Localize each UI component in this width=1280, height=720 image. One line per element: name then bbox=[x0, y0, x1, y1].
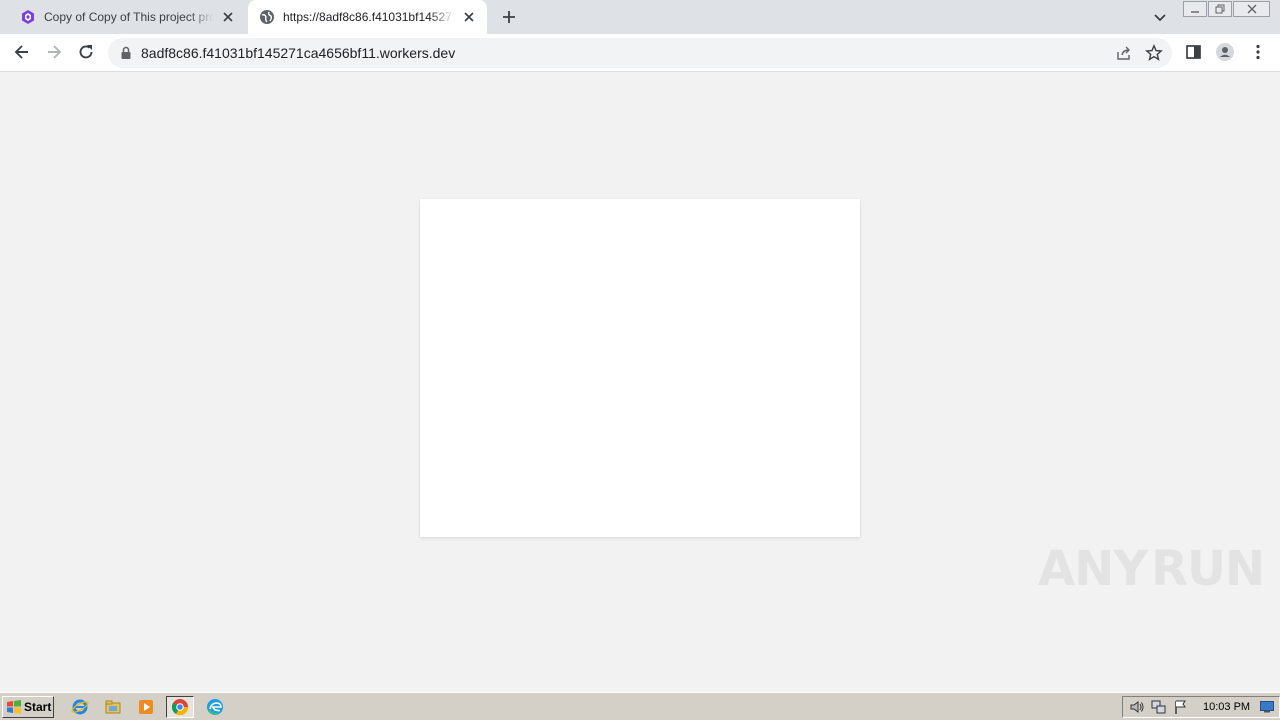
file-explorer-icon[interactable] bbox=[104, 698, 122, 716]
profile-avatar-icon[interactable] bbox=[1215, 42, 1235, 62]
restore-button[interactable] bbox=[1208, 1, 1232, 17]
close-window-button[interactable] bbox=[1233, 1, 1270, 17]
restore-icon bbox=[1215, 4, 1225, 14]
start-button[interactable]: Start bbox=[2, 696, 54, 718]
start-label: Start bbox=[24, 700, 52, 714]
back-arrow-icon[interactable] bbox=[12, 42, 32, 62]
lock-icon[interactable] bbox=[120, 46, 132, 60]
system-tray: 10:03 PM bbox=[1122, 696, 1280, 718]
address-bar[interactable]: 8adf8c86.f41031bf145271ca4656bf11.worker… bbox=[108, 38, 1172, 68]
new-tab-icon[interactable] bbox=[499, 7, 519, 27]
internet-explorer-icon[interactable] bbox=[71, 698, 89, 716]
tab-title: https://8adf8c86.f41031bf145271ca4656bf1… bbox=[283, 10, 455, 24]
close-icon[interactable] bbox=[220, 9, 236, 25]
reload-icon[interactable] bbox=[76, 42, 96, 62]
chrome-icon bbox=[171, 699, 189, 716]
anyrun-watermark: ANY RUN bbox=[1038, 537, 1265, 601]
tab-strip: Copy of Copy of This project propos http… bbox=[0, 0, 1280, 34]
watermark-text-right: RUN bbox=[1151, 541, 1265, 597]
network-icon[interactable] bbox=[1151, 699, 1167, 715]
close-icon[interactable] bbox=[461, 9, 477, 25]
purple-hexagon-icon bbox=[22, 10, 34, 24]
volume-icon[interactable] bbox=[1129, 699, 1145, 715]
watermark-text-left: ANY bbox=[1038, 541, 1148, 597]
chrome-taskbar-button[interactable] bbox=[166, 696, 194, 718]
side-panel-icon[interactable] bbox=[1184, 42, 1204, 62]
share-icon[interactable] bbox=[1116, 45, 1132, 61]
minimize-icon bbox=[1191, 11, 1199, 13]
windows-taskbar: Start 10:03 PM bbox=[0, 692, 1280, 720]
globe-icon bbox=[260, 10, 274, 24]
close-icon bbox=[1247, 4, 1256, 14]
edge-icon[interactable] bbox=[206, 698, 224, 716]
minimize-button[interactable] bbox=[1183, 1, 1207, 17]
more-menu-icon[interactable] bbox=[1248, 42, 1268, 62]
bookmark-star-icon[interactable] bbox=[1145, 44, 1163, 62]
chevron-down-icon[interactable] bbox=[1152, 9, 1168, 25]
browser-toolbar: 8adf8c86.f41031bf145271ca4656bf11.worker… bbox=[0, 34, 1280, 72]
taskbar-clock[interactable]: 10:03 PM bbox=[1203, 701, 1250, 713]
tab-title: Copy of Copy of This project propos bbox=[44, 10, 214, 24]
windows-logo-icon bbox=[7, 700, 21, 714]
media-player-icon[interactable] bbox=[137, 698, 155, 716]
action-center-flag-icon[interactable] bbox=[1173, 699, 1189, 715]
show-desktop-icon[interactable] bbox=[1260, 701, 1275, 713]
tab-workers-dev[interactable]: https://8adf8c86.f41031bf145271ca4656bf1… bbox=[248, 0, 487, 34]
blank-content-card bbox=[420, 199, 860, 537]
forward-arrow-icon[interactable] bbox=[44, 42, 64, 62]
tab-copy-of-project[interactable]: Copy of Copy of This project propos bbox=[8, 0, 246, 34]
url-text[interactable]: 8adf8c86.f41031bf145271ca4656bf11.worker… bbox=[141, 45, 455, 61]
